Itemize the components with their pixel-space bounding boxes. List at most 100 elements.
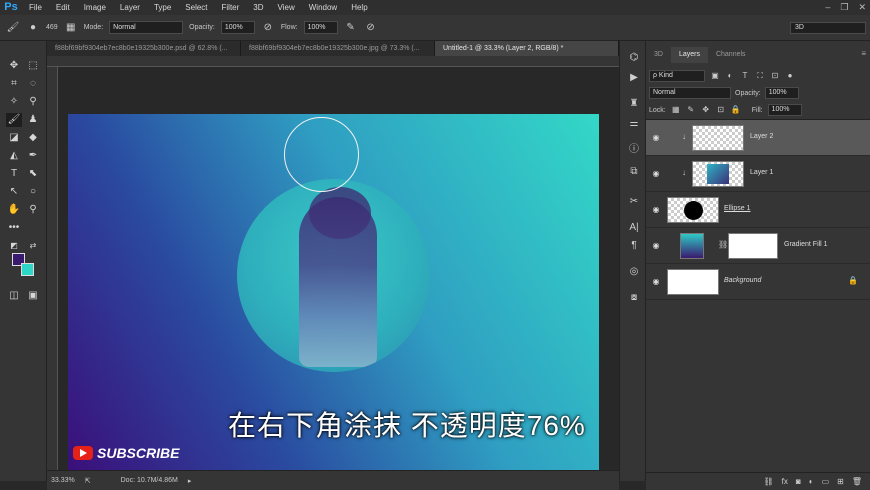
eyedropper-tool-icon[interactable]: ⚲ xyxy=(25,95,41,109)
share-icon[interactable]: ⇱ xyxy=(85,477,91,485)
menu-file[interactable]: File xyxy=(22,0,49,15)
layer-name[interactable]: Gradient Fill 1 xyxy=(784,241,828,248)
libraries-icon[interactable]: ◎ xyxy=(627,265,641,279)
pressure-size-icon[interactable]: ⊘ xyxy=(364,21,378,35)
restore-button[interactable]: ❐ xyxy=(840,0,848,15)
doc-tab-jpg[interactable]: f88bf69bf9304eb7ec8b0e19325b300e.jpg @ 7… xyxy=(241,41,435,56)
ellipse-tool-icon[interactable]: ○ xyxy=(25,185,41,199)
menu-image[interactable]: Image xyxy=(77,0,113,15)
layer-name[interactable]: Background xyxy=(724,277,761,284)
brush-preset-icon[interactable]: ● xyxy=(26,21,40,35)
lock-transparent-icon[interactable]: ▦ xyxy=(671,105,681,115)
lock-artboard-icon[interactable]: ⊡ xyxy=(716,105,726,115)
panel-menu-icon[interactable]: ≡ xyxy=(861,49,866,58)
info-icon[interactable]: ⓘ xyxy=(627,143,641,157)
paragraph-icon[interactable]: ¶ xyxy=(627,239,641,253)
brush-settings-icon[interactable]: ♜ xyxy=(627,97,641,111)
visibility-eye-icon[interactable]: ◉ xyxy=(651,133,661,143)
flow-field[interactable]: 100% xyxy=(303,21,338,34)
layer-row-gradient-fill-1[interactable]: ◉ ⛓ Gradient Fill 1 xyxy=(646,228,870,264)
minimize-button[interactable]: – xyxy=(825,0,830,15)
menu-3d[interactable]: 3D xyxy=(246,0,270,15)
filter-pixel-icon[interactable]: ▣ xyxy=(710,71,720,81)
menu-edit[interactable]: Edit xyxy=(49,0,77,15)
filter-shape-icon[interactable]: ⛶ xyxy=(755,71,765,81)
workspace-select[interactable]: 3D xyxy=(790,22,866,34)
filter-type-icon[interactable]: T xyxy=(740,71,750,81)
timeline-icon[interactable]: ⧇ xyxy=(627,291,641,305)
doc-tab-psd[interactable]: f88bf69bf9304eb7ec8b0e19325b300e.psd @ 6… xyxy=(47,41,241,56)
tab-channels[interactable]: Channels xyxy=(708,47,754,63)
fx-icon[interactable]: fx xyxy=(782,477,788,486)
tab-layers[interactable]: Layers xyxy=(670,47,708,63)
move-tool-icon[interactable]: ✥ xyxy=(6,59,22,73)
pen-tool-icon[interactable]: ✒ xyxy=(25,149,41,163)
visibility-eye-icon[interactable]: ◉ xyxy=(651,277,661,287)
status-arrow-icon[interactable]: ▸ xyxy=(188,477,192,485)
adjustments-sliders-icon[interactable]: ⚌ xyxy=(627,117,641,131)
pressure-opacity-icon[interactable]: ⊘ xyxy=(261,21,275,35)
character-icon[interactable]: A| xyxy=(627,221,641,235)
filter-adjustment-icon[interactable]: ◐ xyxy=(725,71,735,81)
direct-select-tool-icon[interactable]: ↖ xyxy=(6,185,22,199)
menu-filter[interactable]: Filter xyxy=(215,0,247,15)
layer-row-layer-2[interactable]: ◉ ↓ Layer 2 xyxy=(646,120,870,156)
quick-select-tool-icon[interactable]: ✧ xyxy=(6,95,22,109)
layer-row-layer-1[interactable]: ◉ ↓ Layer 1 xyxy=(646,156,870,192)
menu-select[interactable]: Select xyxy=(178,0,214,15)
quick-mask-icon[interactable]: ◫ xyxy=(6,289,22,303)
lasso-tool-icon[interactable]: ◌ xyxy=(25,77,41,91)
tab-3d[interactable]: 3D xyxy=(646,47,671,63)
menu-window[interactable]: Window xyxy=(302,0,344,15)
history-icon[interactable]: ⌬ xyxy=(627,51,641,65)
adjustment-icon[interactable]: ◐ xyxy=(809,477,814,486)
properties-icon[interactable]: ⧉ xyxy=(627,165,641,179)
zoom-level[interactable]: 33.33% xyxy=(51,477,75,484)
path-select-tool-icon[interactable]: ⬉ xyxy=(25,167,41,181)
brush-tool-icon[interactable]: 🖌 xyxy=(6,113,22,127)
visibility-eye-icon[interactable]: ◉ xyxy=(651,205,661,215)
paint-bucket-tool-icon[interactable]: ◆ xyxy=(25,131,41,145)
layer-row-ellipse-1[interactable]: ◉ Ellipse 1 xyxy=(646,192,870,228)
default-colors-icon[interactable]: ◩ xyxy=(6,239,22,253)
visibility-eye-icon[interactable]: ◉ xyxy=(651,241,661,251)
menu-layer[interactable]: Layer xyxy=(113,0,147,15)
actions-play-icon[interactable]: ▶ xyxy=(627,71,641,85)
layer-name[interactable]: Layer 2 xyxy=(750,133,773,140)
hand-tool-icon[interactable]: ✋ xyxy=(6,203,22,217)
blend-mode-select[interactable]: Normal xyxy=(649,87,731,99)
blur-tool-icon[interactable]: ◭ xyxy=(6,149,22,163)
airbrush-icon[interactable]: ✎ xyxy=(344,21,358,35)
menu-type[interactable]: Type xyxy=(147,0,178,15)
screen-mode-icon[interactable]: ▣ xyxy=(25,289,41,303)
layer-name[interactable]: Ellipse 1 xyxy=(724,205,750,212)
mask-icon[interactable]: ◙ xyxy=(796,477,801,486)
doc-size[interactable]: Doc: 10.7M/4.86M xyxy=(121,477,178,484)
link-icon[interactable]: ⛓ xyxy=(764,477,774,486)
mode-select[interactable]: Normal xyxy=(109,21,184,34)
swap-colors-icon[interactable]: ⇄ xyxy=(25,239,41,253)
kind-filter-select[interactable]: ρ Kind xyxy=(649,70,705,82)
mask-link-icon[interactable]: ⛓ xyxy=(718,240,728,249)
trash-icon[interactable]: 🗑 xyxy=(852,477,862,486)
doc-tab-untitled[interactable]: Untitled-1 @ 33.3% (Layer 2, RGB/8) * xyxy=(435,41,619,56)
lock-icon[interactable]: 🔒 xyxy=(848,276,858,285)
brush-panel-icon[interactable]: ▦ xyxy=(64,21,78,35)
brush-tool-icon[interactable]: 🖌 xyxy=(6,21,20,35)
layer-name[interactable]: Layer 1 xyxy=(750,169,773,176)
lock-pixels-icon[interactable]: ✎ xyxy=(686,105,696,115)
filter-toggle-icon[interactable]: ● xyxy=(785,71,795,81)
edit-toolbar-icon[interactable]: ••• xyxy=(6,221,22,235)
new-layer-icon[interactable]: ⊞ xyxy=(837,477,844,486)
stamp-tool-icon[interactable]: ♟ xyxy=(25,113,41,127)
opacity-field[interactable]: 100% xyxy=(220,21,255,34)
menu-view[interactable]: View xyxy=(271,0,302,15)
lock-all-icon[interactable]: 🔒 xyxy=(731,105,741,115)
close-button[interactable]: ✕ xyxy=(858,0,866,15)
tool-presets-icon[interactable]: ✂ xyxy=(627,195,641,209)
marquee-tool-icon[interactable]: ⬚ xyxy=(25,59,41,73)
crop-tool-icon[interactable]: ⌗ xyxy=(6,77,22,91)
fill-field[interactable]: 100% xyxy=(767,104,802,116)
group-icon[interactable]: ▭ xyxy=(822,477,830,486)
zoom-tool-icon[interactable]: ⚲ xyxy=(25,203,41,217)
